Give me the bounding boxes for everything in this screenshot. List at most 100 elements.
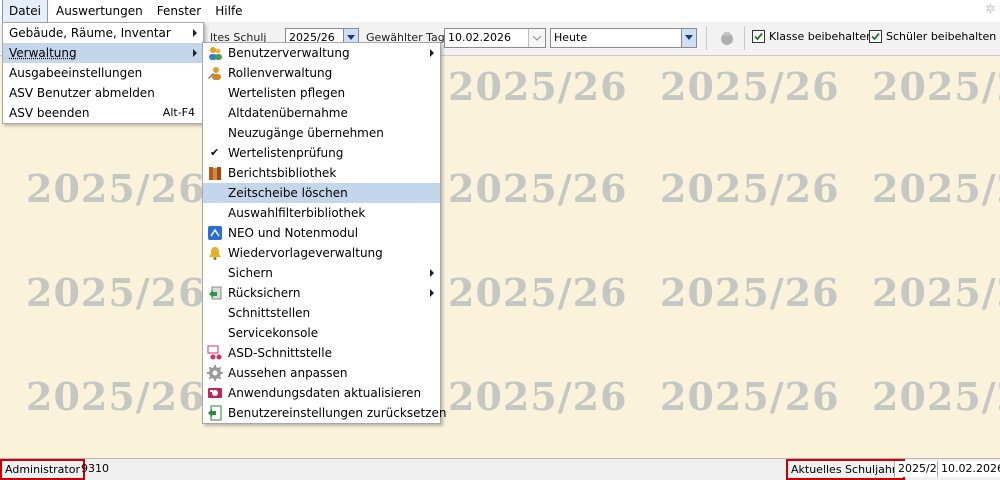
menu-item-label: Neuzugänge übernehmen: [228, 126, 384, 140]
verwaltung-submenu: Benutzerverwaltung Rollenverwaltung Wert…: [202, 42, 446, 424]
submenu-arrow-icon: [430, 289, 434, 297]
calendar-dropdown-icon[interactable]: [528, 29, 545, 47]
watermark-year: 2025/26: [872, 374, 1000, 419]
restore-icon: [207, 285, 223, 301]
menu-item-asv-beenden[interactable]: ASV beenden Alt-F4: [3, 103, 203, 123]
menu-item-label: NEO und Notenmodul: [228, 226, 359, 240]
menu-item-label: Aussehen anpassen: [228, 366, 348, 380]
window-sparkle-icon: ✲: [985, 2, 996, 17]
reset-icon: [207, 405, 223, 421]
status-bar: Administrator 9310 Aktuelles Schuljahr: …: [0, 458, 1000, 480]
menu-item-zeitscheibe-loeschen[interactable]: Zeitscheibe löschen: [203, 183, 440, 203]
watermark-year: 2025/26: [872, 166, 1000, 211]
menu-item-asv-abmelden[interactable]: ASV Benutzer abmelden: [3, 83, 203, 103]
menu-item-label: Wertelistenprüfung: [228, 146, 344, 160]
update-icon: [207, 385, 223, 401]
submenu-arrow-icon: [193, 29, 197, 37]
status-school-number: 9310: [81, 462, 109, 475]
menu-item-berichtsbibliothek[interactable]: Berichtsbibliothek: [203, 163, 440, 183]
menu-item-label: Gebäude, Räume, Inventar: [9, 26, 171, 40]
tag-date-input[interactable]: 10.02.2026: [444, 28, 546, 48]
menu-item-label: Auswahlfilterbibliothek: [228, 206, 366, 220]
menu-item-wertelisten-pflegen[interactable]: Wertelisten pflegen: [203, 83, 440, 103]
menu-item-neuzugaenge[interactable]: Neuzugänge übernehmen: [203, 123, 440, 143]
watermark-year: 2025/26: [872, 64, 1000, 109]
checkbox-checked-icon[interactable]: [869, 30, 882, 43]
heute-select-value: Heute: [554, 31, 588, 44]
neo-icon: [207, 225, 223, 241]
submenu-arrow-icon: [430, 269, 434, 277]
asd-icon: [207, 345, 223, 361]
bell-icon: [207, 245, 223, 261]
klasse-beibehalten-label: Klasse beibehalten: [769, 30, 874, 43]
menu-item-gebaeude[interactable]: Gebäude, Räume, Inventar: [3, 23, 203, 43]
datei-menu: Gebäude, Räume, Inventar Verwaltung Ausg…: [2, 22, 204, 124]
menu-item-benutzereinstellungen-zuruecksetzen[interactable]: Benutzereinstellungen zurücksetzen: [203, 403, 446, 423]
menu-auswertungen-label: Auswertungen: [56, 4, 143, 18]
schueler-beibehalten-checkbox[interactable]: Schüler beibehalten: [869, 30, 996, 43]
klasse-beibehalten-checkbox[interactable]: Klasse beibehalten: [752, 30, 873, 43]
menu-item-wiedervorlageverwaltung[interactable]: Wiedervorlageverwaltung: [203, 243, 440, 263]
menu-item-ausgabeeinstellungen[interactable]: Ausgabeeinstellungen: [3, 63, 203, 83]
status-date: 10.02.2026: [937, 461, 1000, 477]
roles-icon: [207, 65, 223, 81]
users-icon: [207, 45, 223, 61]
menu-fenster[interactable]: Fenster: [151, 0, 208, 22]
watermark-year: 2025/26: [660, 64, 840, 109]
status-schuljahr-value: 2025/26: [894, 461, 938, 477]
heute-select[interactable]: Heute: [550, 28, 697, 48]
chevron-down-icon[interactable]: [681, 29, 696, 47]
menu-hilfe-label: Hilfe: [215, 4, 243, 18]
menu-item-label: Anwendungsdaten aktualisieren: [228, 386, 422, 400]
menu-item-aussehen-anpassen[interactable]: Aussehen anpassen: [203, 363, 440, 383]
menu-hilfe[interactable]: Hilfe: [209, 0, 248, 22]
watermark-year: 2025/26: [26, 166, 206, 211]
submenu-arrow-icon: [193, 49, 197, 57]
status-user: Administrator: [0, 459, 85, 480]
menu-item-ruecksichern[interactable]: Rücksichern: [203, 283, 440, 303]
menu-item-label: Altdatenübernahme: [228, 106, 348, 120]
menu-item-label: Wiedervorlageverwaltung: [228, 246, 383, 260]
watermark-year: 2025/26: [448, 374, 628, 419]
watermark-year: 2025/26: [660, 166, 840, 211]
watermark-year: 2025/26: [448, 166, 628, 211]
menu-item-verwaltung[interactable]: Verwaltung: [3, 43, 203, 63]
menu-item-wertelistenpruefung[interactable]: ✔ Wertelistenprüfung: [203, 143, 440, 163]
watermark-year: 2025/26: [872, 270, 1000, 315]
menu-item-servicekonsole[interactable]: Servicekonsole: [203, 323, 440, 343]
menu-auswertungen[interactable]: Auswertungen: [50, 0, 149, 22]
checkbox-checked-icon[interactable]: [752, 30, 765, 43]
menu-item-label: Sichern: [228, 266, 273, 280]
menu-item-schnittstellen[interactable]: Schnittstellen: [203, 303, 440, 323]
schueler-beibehalten-label: Schüler beibehalten: [886, 30, 997, 43]
watermark-year: 2025/26: [26, 374, 206, 419]
menu-item-label: Zeitscheibe löschen: [228, 186, 348, 200]
menu-item-label: ASV beenden: [9, 106, 90, 120]
menu-fenster-label: Fenster: [156, 4, 202, 18]
menu-item-auswahlfilterbibliothek[interactable]: Auswahlfilterbibliothek: [203, 203, 440, 223]
menu-item-benutzerverwaltung[interactable]: Benutzerverwaltung: [203, 43, 440, 63]
menu-bar: Datei Auswertungen Fenster Hilfe ✲: [0, 0, 1000, 23]
menu-item-asd-schnittstelle[interactable]: ASD-Schnittstelle: [203, 343, 440, 363]
watermark-year: 2025/26: [26, 270, 206, 315]
menu-item-label: Berichtsbibliothek: [228, 166, 337, 180]
menu-item-label: Schnittstellen: [228, 306, 311, 320]
toolbar-separator: [706, 26, 707, 50]
status-schuljahr-label: Aktuelles Schuljahr:: [786, 459, 905, 480]
menu-item-label: Benutzereinstellungen zurücksetzen: [228, 406, 447, 420]
watermark-year: 2025/26: [448, 64, 628, 109]
menu-item-neo-notenmodul[interactable]: NEO und Notenmodul: [203, 223, 440, 243]
menu-item-altdatenuebernahme[interactable]: Altdatenübernahme: [203, 103, 440, 123]
watermark-year: 2025/26: [448, 270, 628, 315]
toolbar-separator: [744, 26, 745, 50]
tag-date-value: 10.02.2026: [448, 31, 511, 44]
menu-item-label: Rücksichern: [228, 286, 301, 300]
menu-item-sichern[interactable]: Sichern: [203, 263, 440, 283]
menu-item-label: Wertelisten pflegen: [228, 86, 346, 100]
menu-item-anwendungsdaten-aktualisieren[interactable]: Anwendungsdaten aktualisieren: [203, 383, 440, 403]
menu-item-rollenverwaltung[interactable]: Rollenverwaltung: [203, 63, 440, 83]
disabled-tool-icon[interactable]: [718, 29, 736, 50]
watermark-year: 2025/26: [660, 270, 840, 315]
menu-item-label: Verwaltung: [9, 46, 77, 60]
menu-datei[interactable]: Datei: [2, 0, 49, 23]
